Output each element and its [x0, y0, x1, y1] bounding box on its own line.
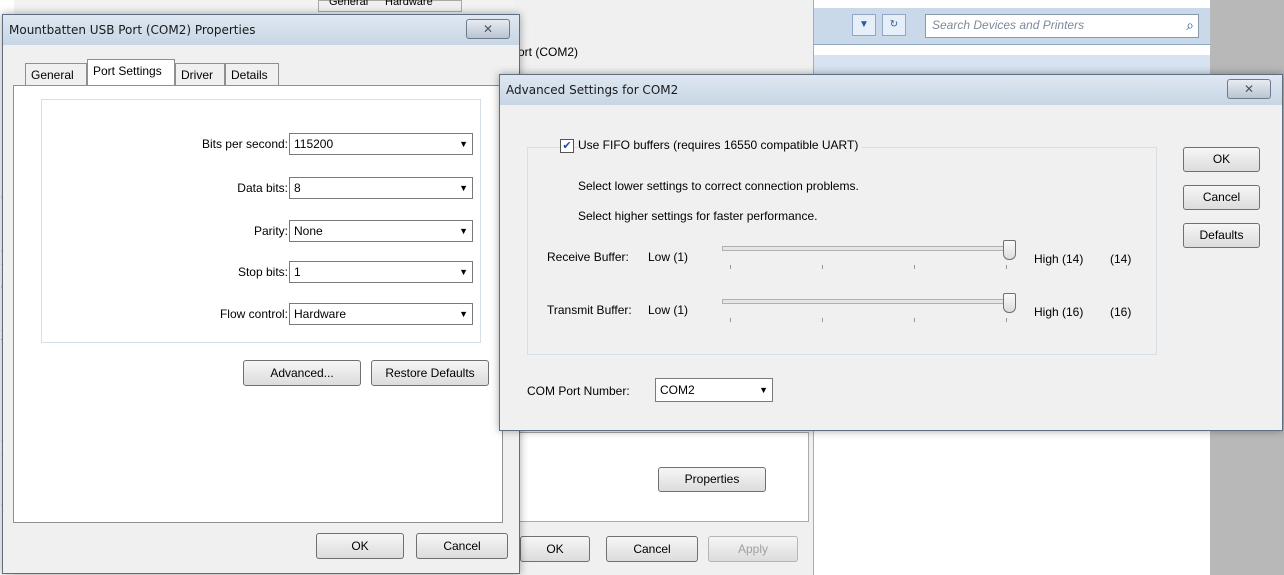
advanced-button[interactable]: Advanced...: [243, 360, 361, 386]
data-bits-label: Data bits:: [237, 181, 288, 195]
fifo-checkbox[interactable]: ✔: [560, 139, 574, 153]
com-port-label: COM Port Number:: [527, 384, 630, 398]
receive-buffer-slider[interactable]: [722, 246, 1016, 251]
fifo-label: Use FIFO buffers (requires 16550 compati…: [578, 138, 863, 152]
tab-general[interactable]: General: [25, 63, 87, 85]
dropdown-arrow-icon: ▼: [459, 183, 468, 193]
restore-defaults-button[interactable]: Restore Defaults: [371, 360, 489, 386]
refresh-icon[interactable]: ↻: [882, 14, 906, 36]
tab-port-settings[interactable]: Port Settings: [87, 59, 175, 86]
dropdown-arrow-icon: ▼: [459, 309, 468, 319]
dropdown-arrow-icon: ▼: [459, 267, 468, 277]
transmit-buffer-value: (16): [1110, 305, 1132, 319]
transmit-high-label: High (16): [1034, 305, 1084, 319]
receive-low-label: Low (1): [648, 250, 689, 264]
hint-lower: Select lower settings to correct connect…: [578, 179, 859, 193]
defaults-button[interactable]: Defaults: [1183, 223, 1260, 248]
receive-buffer-label: Receive Buffer:: [547, 250, 629, 264]
properties-button[interactable]: Properties: [658, 467, 766, 492]
search-icon[interactable]: ⌕: [1186, 17, 1194, 34]
parity-value: None: [294, 224, 323, 238]
flow-control-select[interactable]: Hardware ▼: [289, 303, 473, 325]
advanced-settings-dialog: Advanced Settings for COM2 ✕ ✔ Use FIFO …: [499, 74, 1283, 431]
transmit-low-label: Low (1): [648, 303, 689, 317]
dropdown-arrow-icon: ▼: [759, 385, 768, 395]
com-port-select[interactable]: COM2 ▼: [655, 378, 773, 402]
slider-tick: [914, 318, 915, 322]
props-ok-button[interactable]: OK: [520, 536, 590, 562]
bits-per-second-label: Bits per second:: [201, 137, 288, 151]
cancel-button[interactable]: Cancel: [1183, 185, 1260, 210]
advanced-dialog-titlebar: Advanced Settings for COM2 ✕: [500, 75, 1282, 105]
receive-high-label: High (14): [1034, 252, 1084, 266]
bits-per-second-value: 115200: [294, 137, 334, 151]
slider-tick: [730, 265, 731, 269]
tab-hardware[interactable]: Hardware: [385, 0, 433, 8]
stop-bits-select[interactable]: 1 ▼: [289, 261, 473, 283]
props-apply-button[interactable]: Apply: [708, 536, 798, 562]
checkmark-icon: ✔: [562, 140, 572, 152]
port-settings-panel: Bits per second: 115200 ▼ Data bits: 8 ▼…: [13, 85, 503, 523]
port-dialog-titlebar: Mountbatten USB Port (COM2) Properties ✕: [3, 15, 519, 45]
transmit-buffer-slider[interactable]: [722, 299, 1016, 304]
slider-tick: [1006, 318, 1007, 322]
data-bits-select[interactable]: 8 ▼: [289, 177, 473, 199]
port-properties-dialog: Mountbatten USB Port (COM2) Properties ✕…: [2, 14, 520, 574]
receive-buffer-thumb[interactable]: [1003, 240, 1016, 260]
parity-label: Parity:: [253, 224, 288, 238]
search-placeholder: Search Devices and Printers: [932, 18, 1085, 32]
slider-tick: [822, 265, 823, 269]
dropdown-arrow-icon[interactable]: ▼: [852, 14, 876, 36]
props-tab-strip: General Hardware: [318, 0, 462, 12]
dropdown-arrow-icon: ▼: [459, 139, 468, 149]
flow-control-label: Flow control:: [219, 307, 288, 321]
dropdown-arrow-icon: ▼: [459, 226, 468, 236]
search-input[interactable]: Search Devices and Printers ⌕: [925, 14, 1199, 38]
flow-control-value: Hardware: [294, 307, 347, 321]
transmit-buffer-label: Transmit Buffer:: [547, 303, 632, 317]
slider-tick: [730, 318, 731, 322]
cancel-button[interactable]: Cancel: [416, 533, 508, 559]
stop-bits-value: 1: [294, 265, 301, 279]
hint-higher: Select higher settings for faster perfor…: [578, 209, 818, 223]
stop-bits-label: Stop bits:: [237, 265, 288, 279]
tab-general[interactable]: General: [329, 0, 368, 8]
ok-button[interactable]: OK: [316, 533, 404, 559]
data-bits-value: 8: [294, 181, 301, 195]
close-icon[interactable]: ✕: [1227, 79, 1271, 99]
bits-per-second-select[interactable]: 115200 ▼: [289, 133, 473, 155]
explorer-toolbar: [810, 55, 1210, 75]
com-port-value: COM2: [660, 383, 695, 397]
ok-button[interactable]: OK: [1183, 147, 1260, 172]
props-title-fragment: ort (COM2): [518, 45, 578, 59]
props-cancel-button[interactable]: Cancel: [606, 536, 698, 562]
transmit-buffer-thumb[interactable]: [1003, 293, 1016, 313]
receive-buffer-value: (14): [1110, 252, 1132, 266]
advanced-dialog-title: Advanced Settings for COM2: [506, 83, 679, 97]
tab-driver[interactable]: Driver: [175, 63, 225, 85]
port-dialog-title: Mountbatten USB Port (COM2) Properties: [9, 23, 256, 37]
close-icon[interactable]: ✕: [466, 19, 510, 39]
tab-details[interactable]: Details: [225, 63, 279, 85]
parity-select[interactable]: None ▼: [289, 220, 473, 242]
slider-tick: [914, 265, 915, 269]
slider-tick: [1006, 265, 1007, 269]
slider-tick: [822, 318, 823, 322]
